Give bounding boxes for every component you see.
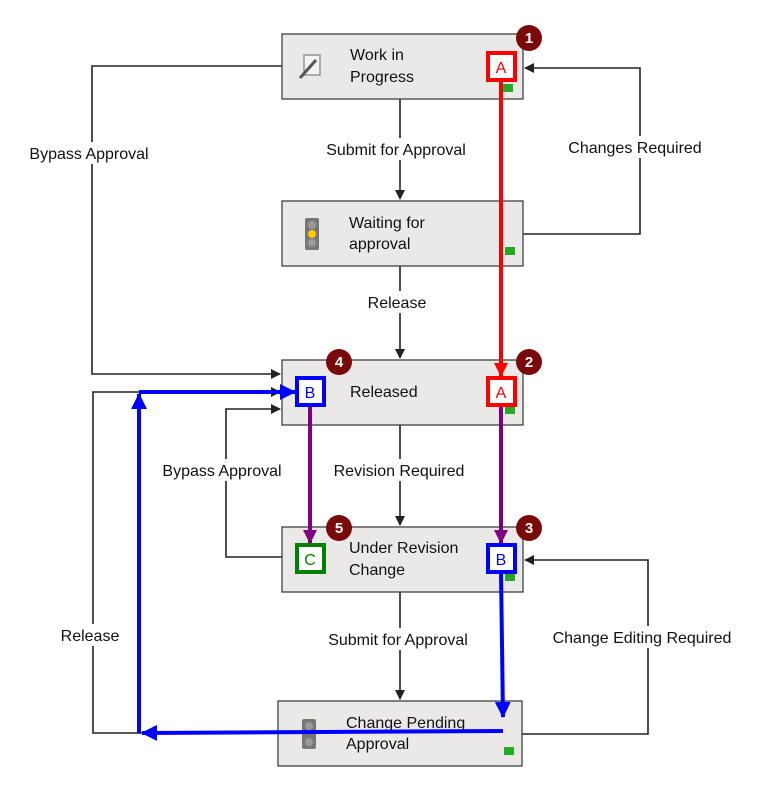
marker-c-revision: C [295, 543, 326, 574]
badge-5: 5 [326, 515, 352, 541]
badge-2: 2 [516, 349, 542, 375]
svg-text:A: A [496, 60, 507, 77]
green-flag-icon [505, 573, 515, 581]
label-bypass-approval-2: Bypass Approval [162, 463, 281, 480]
svg-text:B: B [496, 552, 507, 569]
marker-b-revision: B [486, 543, 517, 574]
label-revision-required: Revision Required [334, 463, 465, 480]
marker-a-wip: A [486, 51, 517, 82]
label-submit-for-approval-2: Submit for Approval [328, 632, 468, 649]
green-flag-icon [503, 84, 513, 92]
svg-text:1: 1 [525, 30, 533, 47]
release-2-arrow [92, 387, 281, 734]
label-changes-required: Changes Required [568, 140, 701, 157]
badge-3: 3 [516, 515, 542, 541]
svg-text:3: 3 [525, 520, 533, 537]
svg-text:Under Revision: Under Revision [349, 540, 458, 557]
svg-text:5: 5 [335, 520, 343, 537]
green-flag-icon [505, 406, 515, 414]
badge-4: 4 [326, 349, 352, 375]
svg-text:Waiting for: Waiting for [349, 215, 426, 232]
state-waiting-for-approval[interactable]: Waiting for approval [281, 200, 524, 267]
svg-text:B: B [305, 385, 316, 402]
label-release-2: Release [61, 628, 120, 645]
svg-text:Approval: Approval [346, 736, 409, 753]
traffic-light-icon [305, 218, 319, 250]
svg-text:Work in: Work in [350, 47, 404, 64]
green-flag-icon [504, 747, 514, 755]
svg-text:Progress: Progress [350, 69, 414, 86]
label-release: Release [368, 295, 427, 312]
badge-1: 1 [516, 25, 542, 51]
svg-text:approval: approval [349, 236, 410, 253]
blue-arrow-down [494, 571, 511, 718]
green-flag-icon [505, 247, 515, 255]
workflow-diagram: Bypass Approval Submit for Approval Chan… [20, 25, 744, 767]
svg-text:C: C [304, 552, 316, 569]
svg-text:Change: Change [349, 562, 405, 579]
svg-text:Released: Released [350, 384, 418, 401]
label-submit-for-approval: Submit for Approval [326, 142, 466, 159]
marker-a-released: A [486, 376, 517, 407]
marker-b-released: B [295, 376, 326, 407]
svg-text:4: 4 [335, 354, 344, 371]
blue-arrow-left [141, 724, 504, 741]
svg-text:A: A [496, 385, 507, 402]
label-bypass-approval: Bypass Approval [29, 146, 148, 163]
bypass-approval-arrow [91, 65, 282, 379]
svg-text:2: 2 [525, 354, 533, 371]
bypass-approval-2-arrow [225, 404, 282, 558]
label-change-editing-required: Change Editing Required [553, 630, 732, 647]
